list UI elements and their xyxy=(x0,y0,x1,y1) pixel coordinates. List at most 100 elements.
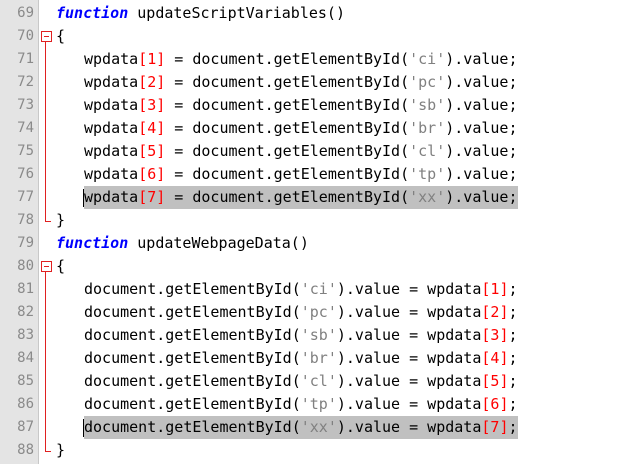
code-line[interactable]: 72 wpdata[2] = document.getElementById('p… xyxy=(0,71,631,94)
code-editor[interactable]: 69 function updateScriptVariables() 70{ 71 w… xyxy=(0,0,631,464)
code-token: wpdata xyxy=(84,165,139,183)
code-text[interactable]: document.getElementById('br').value = wp… xyxy=(84,347,518,370)
code-line[interactable]: 74 wpdata[4] = document.getElementById('b… xyxy=(0,117,631,140)
code-line[interactable]: 80 { xyxy=(0,255,631,278)
code-text[interactable]: document.getElementById('sb').value = wp… xyxy=(84,324,518,347)
fold-guide-icon xyxy=(40,347,52,370)
selected-code-text[interactable]: wpdata[7] = document.getElementById('xx'… xyxy=(84,186,518,209)
code-token: document.getElementById( xyxy=(84,418,301,436)
code-line[interactable]: 85 document.getElementById('cl').value = … xyxy=(0,370,631,393)
bracket-token: ] xyxy=(156,119,166,137)
code-text[interactable]: wpdata[4] = document.getElementById('br'… xyxy=(84,117,518,140)
string-token: 'cl' xyxy=(409,142,446,160)
string-token: 'tp' xyxy=(409,165,446,183)
code-token: ).value = wpdata xyxy=(336,418,482,436)
code-line[interactable]: 78} xyxy=(0,209,631,232)
string-token: 'sb' xyxy=(409,96,446,114)
text-caret xyxy=(83,419,84,437)
code-token: ; xyxy=(508,303,518,321)
fold-guide-icon xyxy=(40,209,52,232)
code-line[interactable]: 83 document.getElementById('sb').value = … xyxy=(0,324,631,347)
string-token: 'br' xyxy=(409,119,446,137)
line-number: 84 xyxy=(17,350,34,366)
code-text[interactable]: document.getElementById('ci').value = wp… xyxy=(84,278,518,301)
code-token: document.getElementById( xyxy=(84,372,301,390)
fold-toggle-icon[interactable] xyxy=(40,25,52,48)
code-token: ).value; xyxy=(445,96,518,114)
string-token: 'cl' xyxy=(300,372,337,390)
code-text[interactable]: function updateWebpageData() xyxy=(56,232,309,255)
bracket-token: [ xyxy=(138,165,148,183)
code-text[interactable]: wpdata[6] = document.getElementById('tp'… xyxy=(84,163,518,186)
line-number: 73 xyxy=(17,97,34,113)
code-line[interactable]: 87 document.getElementById('xx').value = … xyxy=(0,416,631,439)
code-text[interactable]: document.getElementById('tp').value = wp… xyxy=(84,393,518,416)
fold-guide-icon xyxy=(40,48,52,71)
code-token: = document.getElementById( xyxy=(165,50,410,68)
code-token: = document.getElementById( xyxy=(165,96,410,114)
code-token: wpdata xyxy=(84,73,139,91)
code-token: ).value = wpdata xyxy=(336,280,482,298)
code-text[interactable]: wpdata[1] = document.getElementById('ci'… xyxy=(84,48,518,71)
code-line[interactable]: 88} xyxy=(0,439,631,462)
code-text[interactable]: document.getElementById('pc').value = wp… xyxy=(84,301,518,324)
line-number: 79 xyxy=(17,235,34,251)
code-token: ).value; xyxy=(445,119,518,137)
code-token: wpdata xyxy=(84,142,139,160)
number-token: 7 xyxy=(147,188,157,206)
line-number: 88 xyxy=(17,442,34,458)
code-text[interactable]: function updateScriptVariables() xyxy=(56,2,345,25)
keyword-token: function xyxy=(56,4,129,22)
bracket-token: ] xyxy=(156,142,166,160)
code-token: document.getElementById( xyxy=(84,280,301,298)
code-line[interactable]: 84 document.getElementById('br').value = … xyxy=(0,347,631,370)
bracket-token: ] xyxy=(156,50,166,68)
code-line[interactable]: 82 document.getElementById('pc').value = … xyxy=(0,301,631,324)
code-text[interactable]: } xyxy=(56,439,65,462)
bracket-token: [ xyxy=(138,119,148,137)
code-line[interactable]: 69 function updateScriptVariables() xyxy=(0,2,631,25)
fold-guide-icon xyxy=(40,71,52,94)
string-token: 'pc' xyxy=(409,73,446,91)
code-token: ).value; xyxy=(445,73,518,91)
code-token: updateWebpageData() xyxy=(128,234,309,252)
code-token: { xyxy=(56,27,66,45)
fold-guide-icon xyxy=(40,393,52,416)
code-token: ).value = wpdata xyxy=(336,326,482,344)
code-token: } xyxy=(56,211,66,229)
selected-code-text[interactable]: document.getElementById('xx').value = wp… xyxy=(84,416,518,439)
string-token: 'ci' xyxy=(409,50,446,68)
code-line[interactable]: 81 document.getElementById('ci').value = … xyxy=(0,278,631,301)
code-text[interactable]: } xyxy=(56,209,65,232)
code-lines[interactable]: 69 function updateScriptVariables() 70{ 71 w… xyxy=(0,2,631,462)
code-line[interactable]: 79 function updateWebpageData() xyxy=(0,232,631,255)
code-text[interactable]: wpdata[5] = document.getElementById('cl'… xyxy=(84,140,518,163)
code-text[interactable]: wpdata[3] = document.getElementById('sb'… xyxy=(84,94,518,117)
code-token: document.getElementById( xyxy=(84,303,301,321)
line-number: 71 xyxy=(17,51,34,67)
code-text[interactable]: { xyxy=(56,25,65,48)
code-line[interactable]: 86 document.getElementById('tp').value = … xyxy=(0,393,631,416)
code-line[interactable]: 70 { xyxy=(0,25,631,48)
bracket-token: ] xyxy=(156,96,166,114)
bracket-token: ] xyxy=(156,188,166,206)
code-line[interactable]: 73 wpdata[3] = document.getElementById('s… xyxy=(0,94,631,117)
code-token: ).value; xyxy=(445,50,518,68)
string-token: 'tp' xyxy=(300,395,337,413)
code-line[interactable]: 76 wpdata[6] = document.getElementById('t… xyxy=(0,163,631,186)
code-line[interactable]: 75 wpdata[5] = document.getElementById('c… xyxy=(0,140,631,163)
bracket-token: [ xyxy=(138,73,148,91)
code-token: ).value = wpdata xyxy=(336,372,482,390)
text-caret xyxy=(83,189,84,207)
fold-toggle-icon[interactable] xyxy=(40,255,52,278)
code-line[interactable]: 71 wpdata[1] = document.getElementById('c… xyxy=(0,48,631,71)
code-token: } xyxy=(56,441,66,459)
code-line[interactable]: 77 wpdata[7] = document.getElementById('x… xyxy=(0,186,631,209)
bracket-token: ] xyxy=(156,165,166,183)
code-text[interactable]: { xyxy=(56,255,65,278)
code-text[interactable]: document.getElementById('cl').value = wp… xyxy=(84,370,518,393)
code-token: wpdata xyxy=(84,188,139,206)
code-text[interactable]: wpdata[2] = document.getElementById('pc'… xyxy=(84,71,518,94)
string-token: 'ci' xyxy=(300,280,337,298)
code-token: ).value = wpdata xyxy=(336,303,482,321)
